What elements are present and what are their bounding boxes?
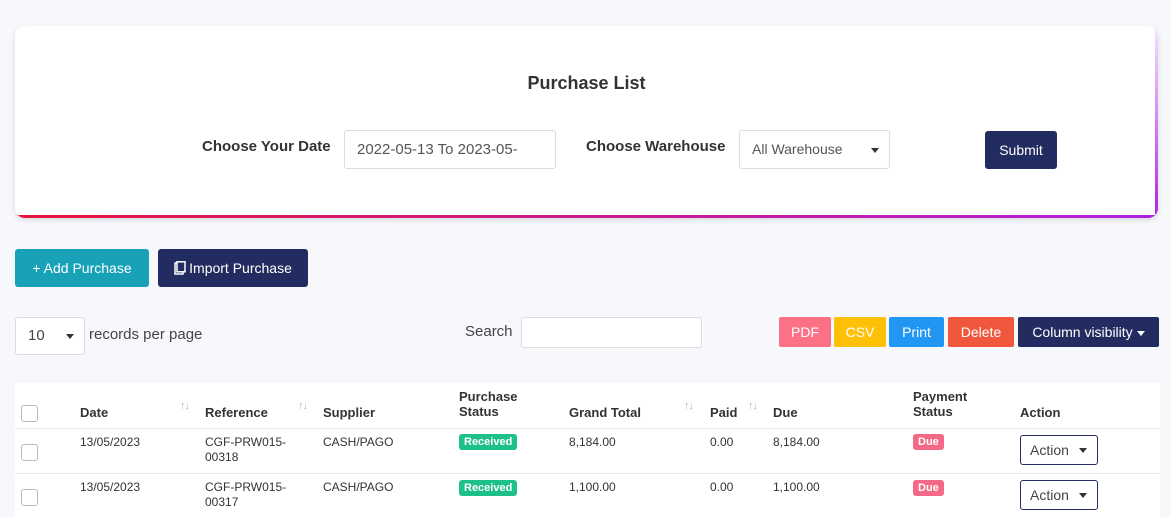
warehouse-select-value: All Warehouse bbox=[752, 141, 843, 157]
records-per-page-select[interactable]: 10 bbox=[15, 317, 85, 355]
action-dropdown[interactable]: Action bbox=[1020, 480, 1098, 510]
column-header-purchase-status-line2: Status bbox=[459, 404, 499, 419]
import-purchase-button[interactable]: Import Purchase bbox=[158, 249, 308, 287]
column-header-grand-total[interactable]: Grand Total bbox=[569, 405, 641, 420]
payment-status-badge: Due bbox=[913, 480, 944, 496]
cell-reference: CGF-PRW015- 00318 bbox=[205, 435, 286, 465]
action-dropdown-label: Action bbox=[1030, 442, 1069, 458]
sort-icon[interactable]: ↑↓ bbox=[748, 400, 758, 412]
chevron-down-icon bbox=[871, 147, 879, 153]
sort-icon[interactable]: ↑↓ bbox=[684, 400, 694, 412]
submit-button[interactable]: Submit bbox=[985, 131, 1057, 169]
delete-button[interactable]: Delete bbox=[948, 317, 1014, 347]
column-header-payment-status-line2: Status bbox=[913, 404, 953, 419]
export-pdf-button[interactable]: PDF bbox=[779, 317, 831, 347]
add-purchase-button[interactable]: + Add Purchase bbox=[15, 249, 149, 287]
filter-card: Purchase List Choose Your Date 2022-05-1… bbox=[15, 26, 1158, 218]
column-visibility-button[interactable]: Column visibility bbox=[1018, 317, 1159, 347]
clipboard-icon bbox=[174, 261, 186, 275]
cell-paid: 0.00 bbox=[710, 480, 734, 494]
date-range-input[interactable]: 2022-05-13 To 2023-05- bbox=[344, 130, 556, 169]
cell-due: 8,184.00 bbox=[773, 435, 820, 449]
row-checkbox[interactable] bbox=[21, 489, 38, 506]
column-header-date[interactable]: Date bbox=[80, 405, 108, 420]
column-header-reference[interactable]: Reference bbox=[205, 405, 268, 420]
cell-reference-line2: 00317 bbox=[205, 495, 239, 509]
status-badge: Received bbox=[459, 434, 518, 450]
warehouse-label: Choose Warehouse bbox=[586, 138, 726, 155]
column-header-action: Action bbox=[1020, 405, 1061, 420]
print-button[interactable]: Print bbox=[889, 317, 944, 347]
cell-supplier: CASH/PAGO bbox=[323, 480, 394, 494]
import-purchase-label: Import Purchase bbox=[189, 260, 292, 276]
caret-down-icon bbox=[1136, 330, 1145, 336]
column-header-payment-status[interactable]: Payment Status bbox=[913, 389, 967, 419]
header-divider bbox=[15, 428, 1160, 429]
cell-date: 13/05/2023 bbox=[80, 480, 141, 494]
column-header-payment-status-line1: Payment bbox=[913, 389, 968, 404]
action-dropdown-label: Action bbox=[1030, 487, 1069, 503]
records-per-page-label: records per page bbox=[89, 326, 203, 343]
cell-reference-line2: 00318 bbox=[205, 450, 239, 464]
column-header-due[interactable]: Due bbox=[773, 405, 798, 420]
card-accent-right bbox=[1155, 26, 1158, 218]
export-csv-button[interactable]: CSV bbox=[834, 317, 886, 347]
column-header-paid[interactable]: Paid bbox=[710, 405, 737, 420]
chevron-down-icon bbox=[1079, 493, 1087, 498]
cell-reference-line1: CGF-PRW015- bbox=[205, 435, 287, 449]
warehouse-select[interactable]: All Warehouse bbox=[739, 130, 890, 169]
select-all-checkbox[interactable] bbox=[21, 405, 38, 422]
column-header-supplier[interactable]: Supplier bbox=[323, 405, 375, 420]
search-label: Search bbox=[465, 323, 513, 340]
row-checkbox[interactable] bbox=[21, 444, 38, 461]
cell-date: 13/05/2023 bbox=[80, 435, 141, 449]
row-divider bbox=[15, 473, 1160, 474]
chevron-down-icon bbox=[1079, 448, 1087, 453]
purchase-table: Date ↑↓ Reference ↑↓ Supplier Purchase S… bbox=[15, 383, 1160, 517]
cell-grand-total: 1,100.00 bbox=[569, 480, 616, 494]
column-header-purchase-status[interactable]: Purchase Status bbox=[459, 389, 518, 419]
page-title: Purchase List bbox=[527, 73, 646, 93]
sort-icon[interactable]: ↑↓ bbox=[180, 400, 190, 412]
sort-icon[interactable]: ↑↓ bbox=[298, 400, 308, 412]
records-per-page-value: 10 bbox=[28, 327, 45, 344]
date-label: Choose Your Date bbox=[202, 138, 331, 155]
payment-status-badge: Due bbox=[913, 434, 944, 450]
cell-grand-total: 8,184.00 bbox=[569, 435, 616, 449]
column-header-purchase-status-line1: Purchase bbox=[459, 389, 518, 404]
action-dropdown[interactable]: Action bbox=[1020, 435, 1098, 465]
cell-reference-line1: CGF-PRW015- bbox=[205, 480, 287, 494]
search-input[interactable] bbox=[521, 317, 702, 348]
column-visibility-label: Column visibility bbox=[1032, 324, 1133, 340]
status-badge: Received bbox=[459, 480, 518, 496]
cell-supplier: CASH/PAGO bbox=[323, 435, 394, 449]
cell-paid: 0.00 bbox=[710, 435, 734, 449]
card-accent-bottom bbox=[15, 215, 1158, 218]
cell-due: 1,100.00 bbox=[773, 480, 820, 494]
cell-reference: CGF-PRW015- 00317 bbox=[205, 480, 286, 510]
chevron-down-icon bbox=[66, 334, 74, 339]
